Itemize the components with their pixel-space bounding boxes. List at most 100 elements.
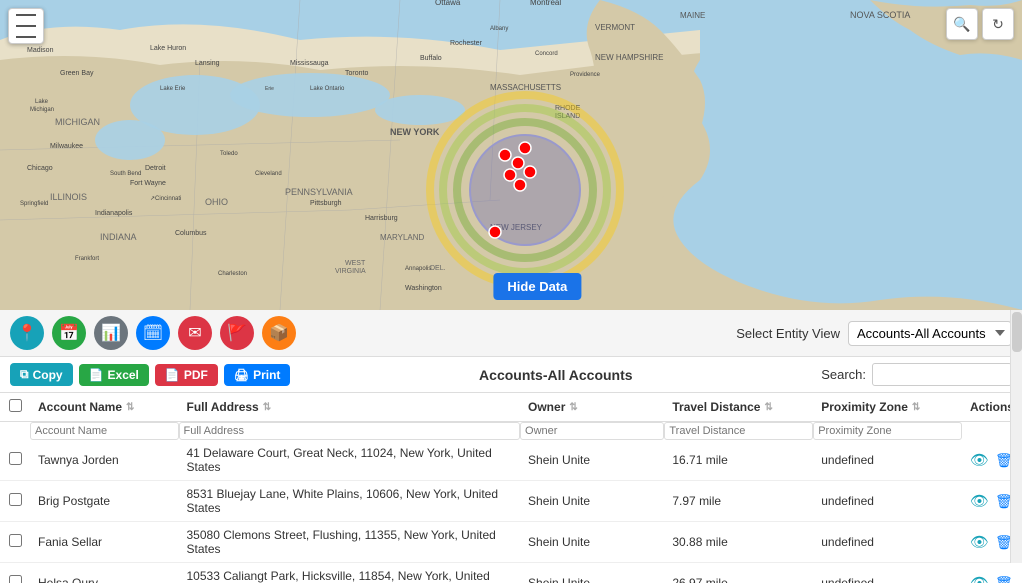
menu-button[interactable] bbox=[8, 8, 44, 44]
pdf-icon: 📄 bbox=[165, 368, 180, 382]
svg-text:MAINE: MAINE bbox=[680, 11, 705, 20]
view-icon-1[interactable]: 👁 bbox=[970, 492, 989, 510]
svg-text:Mississauga: Mississauga bbox=[290, 60, 329, 67]
grid-button[interactable]: 🗓 bbox=[136, 316, 170, 350]
proximity-zone-cell: undefined bbox=[813, 440, 962, 481]
account-name-header[interactable]: Account Name ⇅ bbox=[30, 393, 179, 422]
flag-button[interactable]: 🚩 bbox=[220, 316, 254, 350]
map-controls: 🔍 ↻ bbox=[946, 8, 1014, 40]
scroll-thumb[interactable] bbox=[1012, 312, 1022, 352]
svg-text:Buffalo: Buffalo bbox=[420, 55, 442, 62]
entity-view-select[interactable]: Accounts-All Accounts Contacts-All Conta… bbox=[848, 321, 1012, 346]
svg-text:Lansing: Lansing bbox=[195, 60, 220, 67]
row-checkbox-0[interactable] bbox=[9, 452, 22, 465]
mail-button[interactable]: ✉ bbox=[178, 316, 212, 350]
svg-text:Ottawa: Ottawa bbox=[435, 0, 461, 7]
scrollbar[interactable] bbox=[1010, 310, 1022, 563]
svg-text:Springfield: Springfield bbox=[20, 201, 48, 207]
owner-cell: Shein Unite bbox=[520, 522, 664, 563]
travel-distance-header[interactable]: Travel Distance ⇅ bbox=[664, 393, 813, 422]
sort-icon-proximity: ⇅ bbox=[912, 402, 920, 413]
svg-text:Fort Wayne: Fort Wayne bbox=[130, 180, 166, 187]
filter-row bbox=[0, 422, 1022, 441]
full-address-cell: 41 Delaware Court, Great Neck, 11024, Ne… bbox=[179, 440, 521, 481]
hide-data-button[interactable]: Hide Data bbox=[493, 273, 581, 300]
account-name-cell: Fania Sellar bbox=[30, 522, 179, 563]
svg-text:Lake Erie: Lake Erie bbox=[160, 86, 186, 92]
search-section: Search: bbox=[821, 363, 1012, 386]
sort-icon-address: ⇅ bbox=[263, 402, 271, 413]
proximity-zone-cell: undefined bbox=[813, 563, 962, 583]
filter-full-address[interactable] bbox=[179, 422, 521, 440]
svg-text:Toronto: Toronto bbox=[345, 70, 368, 77]
pdf-button[interactable]: 📄 PDF bbox=[155, 364, 218, 386]
box-button[interactable]: 📦 bbox=[262, 316, 296, 350]
search-input[interactable] bbox=[872, 363, 1012, 386]
delete-icon-3[interactable]: 🗑 bbox=[995, 575, 1013, 583]
svg-text:PENNSYLVANIA: PENNSYLVANIA bbox=[285, 187, 353, 197]
table-row: Helsa Oury 10533 Caliangt Park, Hicksvil… bbox=[0, 563, 1022, 583]
svg-text:OHIO: OHIO bbox=[205, 197, 228, 207]
copy-icon: ⧉ bbox=[20, 367, 29, 382]
account-name-cell: Tawnya Jorden bbox=[30, 440, 179, 481]
print-icon: 🖨 bbox=[234, 368, 249, 382]
print-button[interactable]: 🖨 Print bbox=[224, 364, 291, 386]
table-header-row: Account Name ⇅ Full Address ⇅ Owner bbox=[0, 393, 1022, 422]
row-checkbox-1[interactable] bbox=[9, 493, 22, 506]
row-checkbox-2[interactable] bbox=[9, 534, 22, 547]
table-body: Tawnya Jorden 41 Delaware Court, Great N… bbox=[0, 440, 1022, 583]
filter-travel-distance[interactable] bbox=[664, 422, 813, 440]
view-icon-0[interactable]: 👁 bbox=[970, 451, 989, 469]
svg-text:Albany: Albany bbox=[490, 26, 508, 32]
svg-text:Washington: Washington bbox=[405, 285, 442, 292]
svg-text:Pittsburgh: Pittsburgh bbox=[310, 200, 342, 207]
svg-text:Concord: Concord bbox=[535, 51, 558, 57]
view-icon-3[interactable]: 👁 bbox=[970, 574, 989, 583]
filter-owner[interactable] bbox=[520, 422, 664, 440]
svg-text:DEL.: DEL. bbox=[430, 265, 446, 272]
svg-text:Milwaukee: Milwaukee bbox=[50, 143, 83, 150]
select-all-checkbox[interactable] bbox=[9, 399, 22, 412]
svg-text:Chicago: Chicago bbox=[27, 165, 53, 172]
map-refresh-button[interactable]: ↻ bbox=[982, 8, 1014, 40]
svg-text:Detroit: Detroit bbox=[145, 165, 166, 172]
copy-button[interactable]: ⧉ Copy bbox=[10, 363, 73, 386]
map-container: MICHIGAN OHIO INDIANA PENNSYLVANIA NEW Y… bbox=[0, 0, 1022, 310]
svg-text:MARYLAND: MARYLAND bbox=[380, 233, 425, 242]
actions-cell: 👁 🗑 bbox=[962, 563, 1022, 583]
map-search-button[interactable]: 🔍 bbox=[946, 8, 978, 40]
svg-text:Green Bay: Green Bay bbox=[60, 70, 94, 77]
table-row: Brig Postgate 8531 Bluejay Lane, White P… bbox=[0, 481, 1022, 522]
owner-header[interactable]: Owner ⇅ bbox=[520, 393, 664, 422]
table-row: Tawnya Jorden 41 Delaware Court, Great N… bbox=[0, 440, 1022, 481]
excel-icon: 📄 bbox=[89, 368, 104, 382]
travel-distance-cell: 30.88 mile bbox=[664, 522, 813, 563]
view-icon-2[interactable]: 👁 bbox=[970, 533, 989, 551]
location-icon-button[interactable]: 📍 bbox=[10, 316, 44, 350]
data-section: ⧉ Copy 📄 Excel 📄 PDF 🖨 Print Accounts-Al… bbox=[0, 357, 1022, 583]
svg-text:NEW HAMPSHIRE: NEW HAMPSHIRE bbox=[595, 53, 663, 62]
svg-text:Lake Ontario: Lake Ontario bbox=[310, 86, 345, 92]
svg-text:Lake Huron: Lake Huron bbox=[150, 45, 186, 52]
svg-text:Michigan: Michigan bbox=[30, 107, 54, 113]
toolbar-row: 📍 📅 📊 🗓 ✉ 🚩 📦 Select Entity View Account… bbox=[0, 310, 1022, 357]
excel-button[interactable]: 📄 Excel bbox=[79, 364, 149, 386]
svg-text:VERMONT: VERMONT bbox=[595, 23, 635, 32]
chart-button[interactable]: 📊 bbox=[94, 316, 128, 350]
full-address-cell: 10533 Caliangt Park, Hicksville, 11854, … bbox=[179, 563, 521, 583]
svg-text:WEST: WEST bbox=[345, 260, 366, 267]
svg-text:VIRGINIA: VIRGINIA bbox=[335, 268, 366, 275]
proximity-zone-header[interactable]: Proximity Zone ⇅ bbox=[813, 393, 962, 422]
select-all-header[interactable] bbox=[0, 393, 30, 422]
svg-text:INDIANA: INDIANA bbox=[100, 232, 137, 242]
filter-account-name[interactable] bbox=[30, 422, 179, 440]
svg-text:Madison: Madison bbox=[27, 47, 54, 54]
row-checkbox-3[interactable] bbox=[9, 575, 22, 583]
search-label: Search: bbox=[821, 367, 866, 382]
calendar-green-button[interactable]: 📅 bbox=[52, 316, 86, 350]
travel-distance-cell: 7.97 mile bbox=[664, 481, 813, 522]
full-address-header[interactable]: Full Address ⇅ bbox=[179, 393, 521, 422]
filter-proximity-zone[interactable] bbox=[813, 422, 962, 440]
sort-icon-travel: ⇅ bbox=[764, 402, 772, 413]
svg-text:Annapolis: Annapolis bbox=[405, 266, 431, 272]
